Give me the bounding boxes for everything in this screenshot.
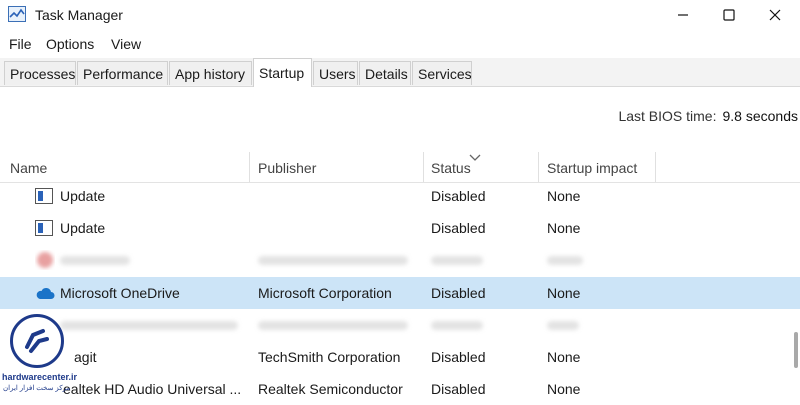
vertical-scrollbar[interactable] [794,332,798,368]
row-name: Update [60,188,106,204]
row-name: ealtek HD Audio Universal ... [63,381,242,397]
tab-startup[interactable]: Startup [253,58,312,87]
table-row-blurred[interactable] [0,309,800,341]
column-divider[interactable] [538,152,539,182]
maximize-icon [723,8,735,24]
row-status: Disabled [431,188,486,204]
row-publisher: Realtek Semiconductor [258,381,403,397]
tab-details[interactable]: Details [359,61,411,85]
watermark-circle [10,314,64,368]
row-impact: None [547,349,581,365]
row-name: Update [60,220,106,236]
title-bar: Task Manager [0,0,800,32]
window-title: Task Manager [35,7,123,23]
tab-performance[interactable]: Performance [77,61,168,85]
menu-view[interactable]: View [111,36,141,52]
minimize-icon [677,8,689,24]
row-impact: None [547,285,581,301]
column-divider[interactable] [423,152,424,182]
close-button[interactable] [752,0,798,32]
window-app-icon [35,220,53,236]
watermark-tagline: مرکز سخت افزار ایران [3,385,71,392]
bios-time: Last BIOS time: 9.8 seconds [618,108,798,124]
column-header-impact[interactable]: Startup impact [547,160,637,176]
row-impact: None [547,220,581,236]
row-impact: None [547,381,581,397]
row-status: Disabled [431,220,486,236]
bios-time-label: Last BIOS time: [618,108,717,124]
row-name: Microsoft OneDrive [60,285,180,301]
blurred-name [60,256,130,265]
menu-options[interactable]: Options [46,36,94,52]
column-header-row [0,152,800,183]
table-row[interactable]: Update Disabled None [0,212,800,244]
row-status: Disabled [431,285,486,301]
row-impact: None [547,188,581,204]
close-icon [769,8,781,24]
row-publisher: Microsoft Corporation [258,285,392,301]
table-row[interactable]: Update Disabled None [0,180,800,212]
bios-time-value: 9.8 seconds [722,108,799,124]
blurred-status [431,256,483,265]
tab-services[interactable]: Services [412,61,472,85]
blurred-impact [547,256,583,265]
blurred-name [60,321,238,330]
table-row-selected[interactable]: Microsoft OneDrive Microsoft Corporation… [0,277,800,309]
watermark-site: hardwarecenter.ir [2,372,78,382]
blurred-publisher [258,321,408,330]
maximize-button[interactable] [706,0,752,32]
column-header-status[interactable]: Status [431,160,471,176]
row-publisher: TechSmith Corporation [258,349,401,365]
task-manager-icon [8,6,26,22]
row-status: Disabled [431,349,486,365]
onedrive-cloud-icon [35,286,55,300]
blurred-status [431,321,483,330]
column-header-name[interactable]: Name [10,160,47,176]
tab-users[interactable]: Users [313,61,358,85]
red-app-icon [35,250,55,270]
row-status: Disabled [431,381,486,397]
table-row[interactable]: agit TechSmith Corporation Disabled None [0,341,800,373]
blurred-publisher [258,256,408,265]
sort-descending-icon [469,149,481,165]
tab-processes[interactable]: Processes [4,61,76,85]
table-row-blurred[interactable] [0,244,800,276]
table-row[interactable]: ealtek HD Audio Universal ... Realtek Se… [0,373,800,405]
menu-file[interactable]: File [9,36,32,52]
column-divider[interactable] [249,152,250,182]
blurred-impact [547,321,579,330]
tab-app-history[interactable]: App history [169,61,252,85]
window-app-icon [35,188,53,204]
column-header-publisher[interactable]: Publisher [258,160,316,176]
column-divider[interactable] [655,152,656,182]
minimize-button[interactable] [660,0,706,32]
